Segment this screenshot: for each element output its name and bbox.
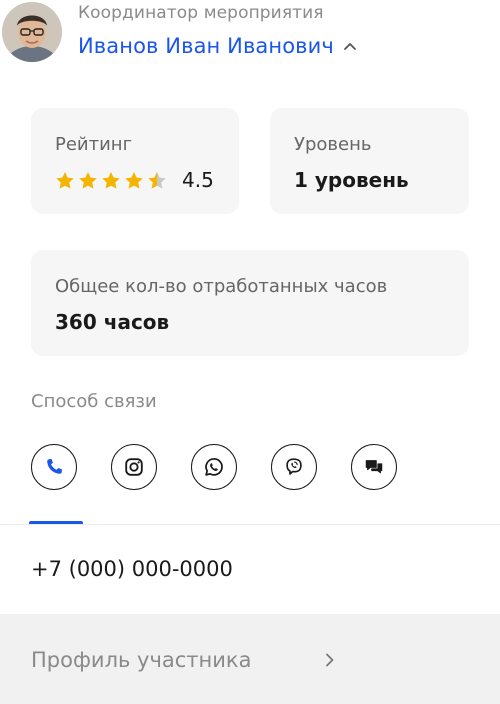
contact-whatsapp-button[interactable] xyxy=(191,444,237,490)
phone-icon xyxy=(47,458,62,474)
participant-profile-link[interactable]: Профиль участника xyxy=(0,614,500,704)
star-icon xyxy=(56,172,74,189)
contact-chat-button[interactable] xyxy=(351,444,397,490)
level-value: 1 уровень xyxy=(294,168,409,192)
contact-instagram-button[interactable] xyxy=(111,444,157,490)
hours-card: Общее кол-во отработанных часов 360 часо… xyxy=(31,250,469,356)
rating-value: 4.5 xyxy=(182,168,214,192)
user-name: Иванов Иван Иванович xyxy=(78,34,334,58)
instagram-icon xyxy=(125,458,143,476)
viber-icon xyxy=(286,458,302,475)
contact-viber-button[interactable] xyxy=(271,444,317,490)
star-icon xyxy=(148,172,166,189)
profile-header: Координатор мероприятия Иванов Иван Иван… xyxy=(0,0,500,70)
star-icon xyxy=(102,172,120,189)
chevron-up-icon xyxy=(344,43,356,50)
contact-section-title: Способ связи xyxy=(31,391,157,412)
level-card: Уровень 1 уровень xyxy=(270,108,469,214)
whatsapp-icon xyxy=(205,458,223,476)
chat-icon xyxy=(365,460,383,474)
star-icon xyxy=(79,172,97,189)
level-label: Уровень xyxy=(294,134,372,155)
chevron-right-icon xyxy=(326,653,334,667)
avatar xyxy=(2,2,62,62)
divider xyxy=(0,524,500,525)
rating-stars xyxy=(54,170,168,192)
role-label: Координатор мероприятия xyxy=(78,3,324,23)
rating-card: Рейтинг 4.5 xyxy=(31,108,239,214)
contact-phone-number[interactable]: +7 (000) 000-0000 xyxy=(31,557,233,581)
star-icon xyxy=(125,172,143,189)
hours-value: 360 часов xyxy=(55,310,170,334)
rating-label: Рейтинг xyxy=(55,134,133,155)
hours-label: Общее кол-во отработанных часов xyxy=(55,276,388,297)
user-name-toggle[interactable]: Иванов Иван Иванович xyxy=(78,34,358,58)
participant-profile-label: Профиль участника xyxy=(31,648,252,672)
contact-phone-button[interactable] xyxy=(31,444,77,490)
